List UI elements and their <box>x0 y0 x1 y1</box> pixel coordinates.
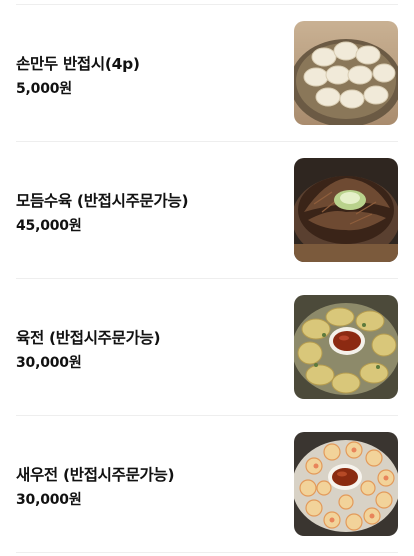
menu-item-price: 30,000원 <box>16 492 82 508</box>
menu-item-name: 손만두 반접시(4p) <box>16 55 140 73</box>
boiled-pork-platter-photo <box>294 158 398 262</box>
divider <box>16 552 398 553</box>
menu-item-name: 새우전 (반접시주문가능) <box>16 466 175 484</box>
divider <box>16 278 398 279</box>
menu-item-price: 5,000원 <box>16 81 72 97</box>
menu-item-name: 모듬수육 (반접시주문가능) <box>16 192 189 210</box>
menu-item-name: 육전 (반접시주문가능) <box>16 329 161 347</box>
shrimp-jeon-photo <box>294 432 398 536</box>
divider <box>16 415 398 416</box>
beef-jeon-photo <box>294 295 398 399</box>
dumplings-photo <box>294 21 398 125</box>
menu-item-shrimp-jeon[interactable]: 새우전 (반접시주문가능) 30,000원 <box>16 432 398 537</box>
menu-item-beef-jeon[interactable]: 육전 (반접시주문가능) 30,000원 <box>16 295 398 400</box>
menu-item-boiled-pork[interactable]: 모듬수육 (반접시주문가능) 45,000원 <box>16 158 398 263</box>
menu-item-price: 45,000원 <box>16 218 82 234</box>
menu-item-dumplings[interactable]: 손만두 반접시(4p) 5,000원 <box>16 21 398 126</box>
menu-item-price: 30,000원 <box>16 355 82 371</box>
divider <box>16 141 398 142</box>
divider <box>16 4 398 5</box>
